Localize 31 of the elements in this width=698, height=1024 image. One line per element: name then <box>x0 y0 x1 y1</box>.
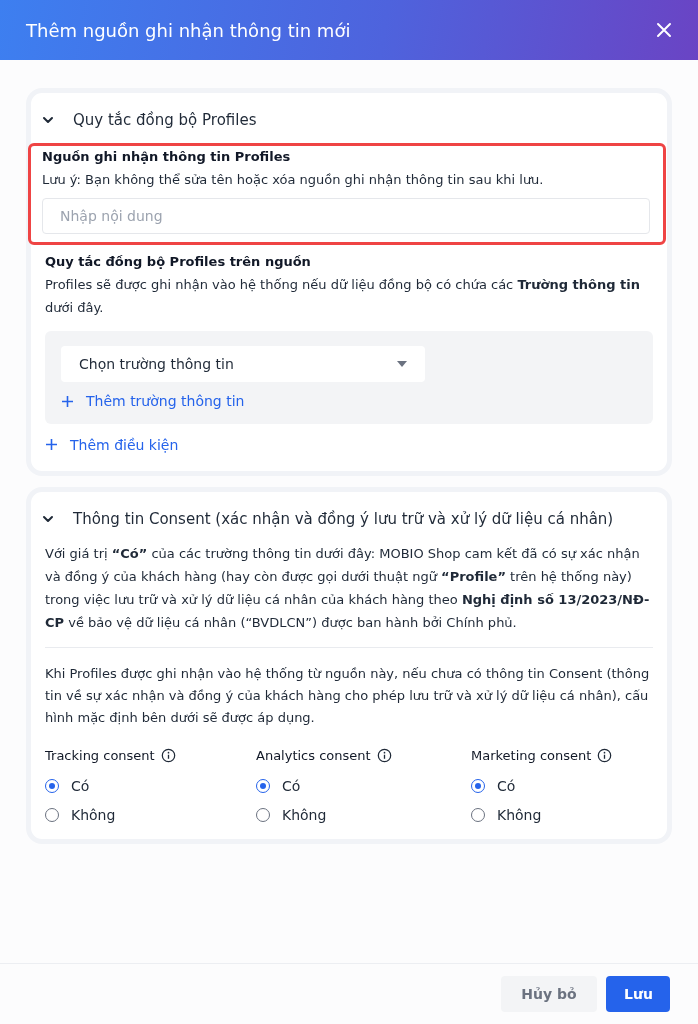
rule-description: Profiles sẽ được ghi nhận vào hệ thống nếu dữ liệu đồng bộ có chứa các Trường thông tin dưới đây. <box>45 276 641 317</box>
plus-icon <box>61 394 74 408</box>
consent-label: Tracking consent <box>45 748 155 763</box>
info-icon[interactable] <box>597 748 613 763</box>
consent-statement: Với giá trị “Có” của các trường thông tin dưới đây: MOBIO Shop cam kết đã có sự xác nhận và đồng ý của khách hàng (hay còn được gọi dưới thuật ngữ “Profile” trên hệ thống này) trong việc lưu trữ và xử lý dữ liệu cá nhân của khách hàng theo Nghị định số 13/2023/NĐ-CP về bảo vệ dữ liệu cá nhân (“BVDLCN”) được ban hành bởi Chính phủ. <box>45 545 651 632</box>
consent-label: Analytics consent <box>256 748 371 763</box>
input-field[interactable]: Nhập nội dung <box>42 198 650 234</box>
cancel-button[interactable]: Hủy bỏ <box>501 976 597 1012</box>
field-note: Lưu ý: Bạn không thể sửa tên hoặc xóa nguồn ghi nhận thông tin sau khi lưu. <box>42 171 545 189</box>
dialog-title: Thêm nguồn ghi nhận thông tin mới <box>26 19 351 41</box>
radio-option[interactable]: Có <box>256 778 301 794</box>
field-select[interactable]: Chọn trường thông tin <box>61 346 425 382</box>
caret-icon <box>397 361 407 367</box>
rule-title: Quy tắc đồng bộ Profiles trên nguồn <box>45 254 312 269</box>
section-title[interactable]: Quy tắc đồng bộ Profiles <box>73 111 257 129</box>
plus-icon <box>45 438 58 451</box>
save-button[interactable]: Lưu <box>606 976 670 1012</box>
section-title[interactable]: Thông tin Consent (xác nhận và đồng ý lưu trữ và xử lý dữ liệu cá nhân) <box>73 510 614 528</box>
add-field-link[interactable]: Thêm trường thông tin <box>61 393 245 409</box>
radio-option[interactable]: Có <box>45 778 90 794</box>
radio-option[interactable]: Không <box>45 807 116 823</box>
info-icon[interactable] <box>160 748 176 763</box>
consent-note: Khi Profiles được ghi nhận vào hệ thống từ nguồn này, nếu chưa có thông tin Consent (thông tin về sự xác nhận và đồng ý của khách hàng cho phép lưu trữ và xử lý dữ liệu cá nhân), cấu hình mặc định bên dưới sẽ được áp dụng. <box>45 665 651 727</box>
consent-label: Marketing consent <box>471 748 592 763</box>
close-button[interactable] <box>656 22 672 38</box>
info-icon[interactable] <box>376 748 392 763</box>
add-condition-link[interactable]: Thêm điều kiện <box>45 436 179 453</box>
radio-option[interactable]: Có <box>471 778 516 794</box>
radio-option[interactable]: Không <box>471 807 542 823</box>
radio-option[interactable]: Không <box>256 807 327 823</box>
field-label: Nguồn ghi nhận thông tin Profiles <box>42 149 292 164</box>
